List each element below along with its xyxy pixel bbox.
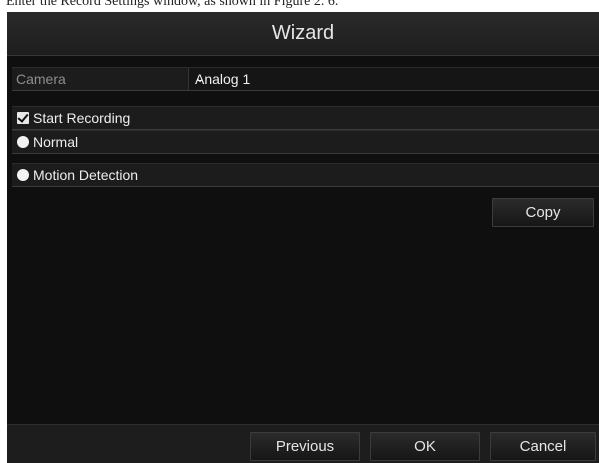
wizard-footer: Previous OK Cancel [7, 424, 599, 463]
caption-text: Enter the Record Settings window, as sho… [6, 0, 339, 9]
camera-label: Camera [16, 71, 66, 87]
start-recording-checkbox[interactable] [17, 112, 29, 124]
window-title: Wizard [271, 22, 335, 44]
start-recording-label: Start Recording [33, 110, 131, 126]
previous-button[interactable]: Previous [250, 432, 360, 461]
camera-row: Camera Analog 1 ⌄ [12, 67, 599, 91]
motion-detection-row[interactable]: Motion Detection [12, 163, 599, 187]
motion-detection-radio[interactable] [17, 169, 29, 181]
copy-button[interactable]: Copy [492, 198, 594, 227]
document-caption-fragment: Enter the Record Settings window, as sho… [0, 0, 599, 12]
start-recording-row[interactable]: Start Recording [12, 106, 599, 130]
normal-row[interactable]: Normal [12, 130, 599, 154]
wizard-window: Wizard Camera Analog 1 ⌄ Start Recording… [7, 12, 599, 463]
camera-select[interactable]: Analog 1 ⌄ [188, 68, 599, 90]
cancel-button[interactable]: Cancel [490, 432, 596, 461]
normal-label: Normal [33, 134, 79, 150]
window-titlebar: Wizard [7, 12, 599, 56]
chevron-down-icon: ⌄ [195, 71, 206, 85]
normal-radio[interactable] [17, 136, 29, 148]
motion-detection-label: Motion Detection [33, 167, 139, 183]
ok-button[interactable]: OK [370, 432, 480, 461]
